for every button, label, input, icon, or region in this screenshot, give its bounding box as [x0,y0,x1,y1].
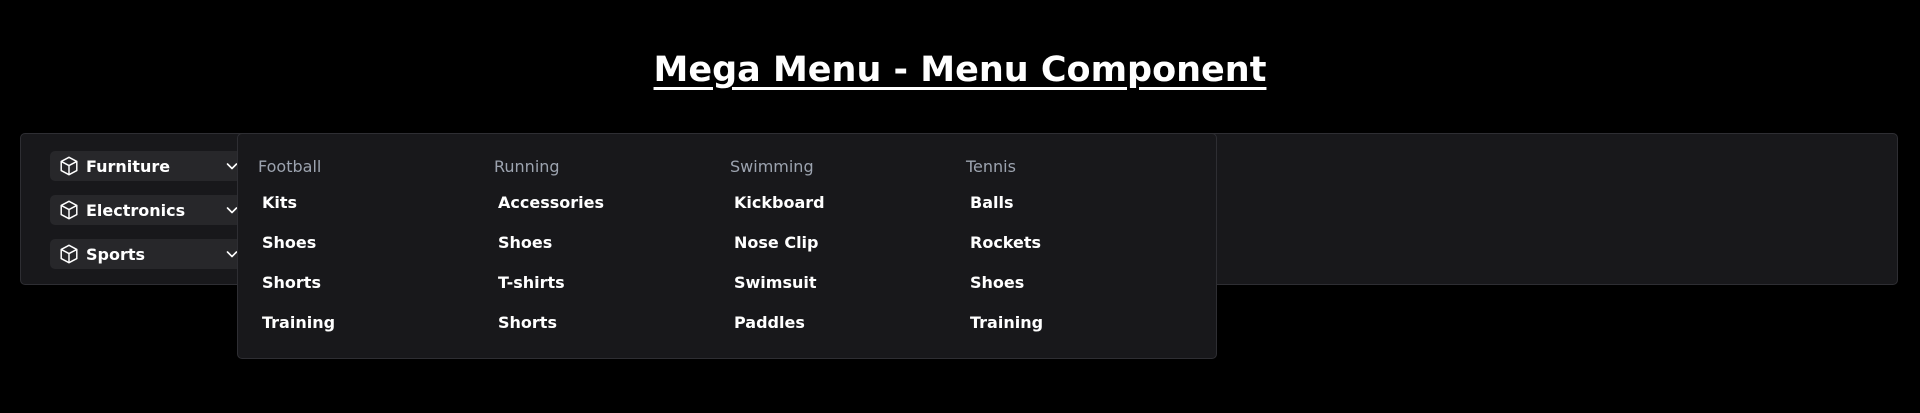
submenu-item[interactable]: T-shirts [494,272,724,294]
column-heading: Football [258,157,322,176]
submenu-item[interactable]: Shoes [258,232,488,254]
submenu-item[interactable]: Shorts [494,312,724,334]
category-electronics[interactable]: Electronics [50,195,250,225]
submenu-column-tennis: Tennis Balls Rockets Shoes Training [966,156,1196,352]
box-icon [58,243,80,265]
column-heading: Running [494,157,560,176]
page: Mega Menu - Menu Component Furniture Ele… [0,0,1920,413]
category-furniture[interactable]: Furniture [50,151,250,181]
column-heading: Tennis [966,157,1016,176]
submenu-item[interactable]: Rockets [966,232,1196,254]
box-icon [58,155,80,177]
category-label: Sports [86,244,146,264]
category-label: Furniture [86,156,171,176]
mega-menu-panel: Football Kits Shoes Shorts Training Runn… [237,133,1217,359]
submenu-item[interactable]: Nose Clip [730,232,960,254]
column-heading: Swimming [730,157,814,176]
category-label: Electronics [86,200,186,220]
submenu-item[interactable]: Shorts [258,272,488,294]
submenu-item[interactable]: Training [966,312,1196,334]
submenu-item[interactable]: Swimsuit [730,272,960,294]
submenu-item[interactable]: Balls [966,192,1196,214]
category-sports[interactable]: Sports [50,239,250,269]
submenu-item[interactable]: Training [258,312,488,334]
submenu-item[interactable]: Accessories [494,192,724,214]
submenu-column-football: Football Kits Shoes Shorts Training [258,156,488,352]
submenu-item[interactable]: Kickboard [730,192,960,214]
submenu-item[interactable]: Shoes [966,272,1196,294]
page-title: Mega Menu - Menu Component [653,50,1267,90]
submenu-column-running: Running Accessories Shoes T-shirts Short… [494,156,724,352]
submenu-item[interactable]: Paddles [730,312,960,334]
submenu-item[interactable]: Kits [258,192,488,214]
submenu-column-swimming: Swimming Kickboard Nose Clip Swimsuit Pa… [730,156,960,352]
submenu-item[interactable]: Shoes [494,232,724,254]
box-icon [58,199,80,221]
